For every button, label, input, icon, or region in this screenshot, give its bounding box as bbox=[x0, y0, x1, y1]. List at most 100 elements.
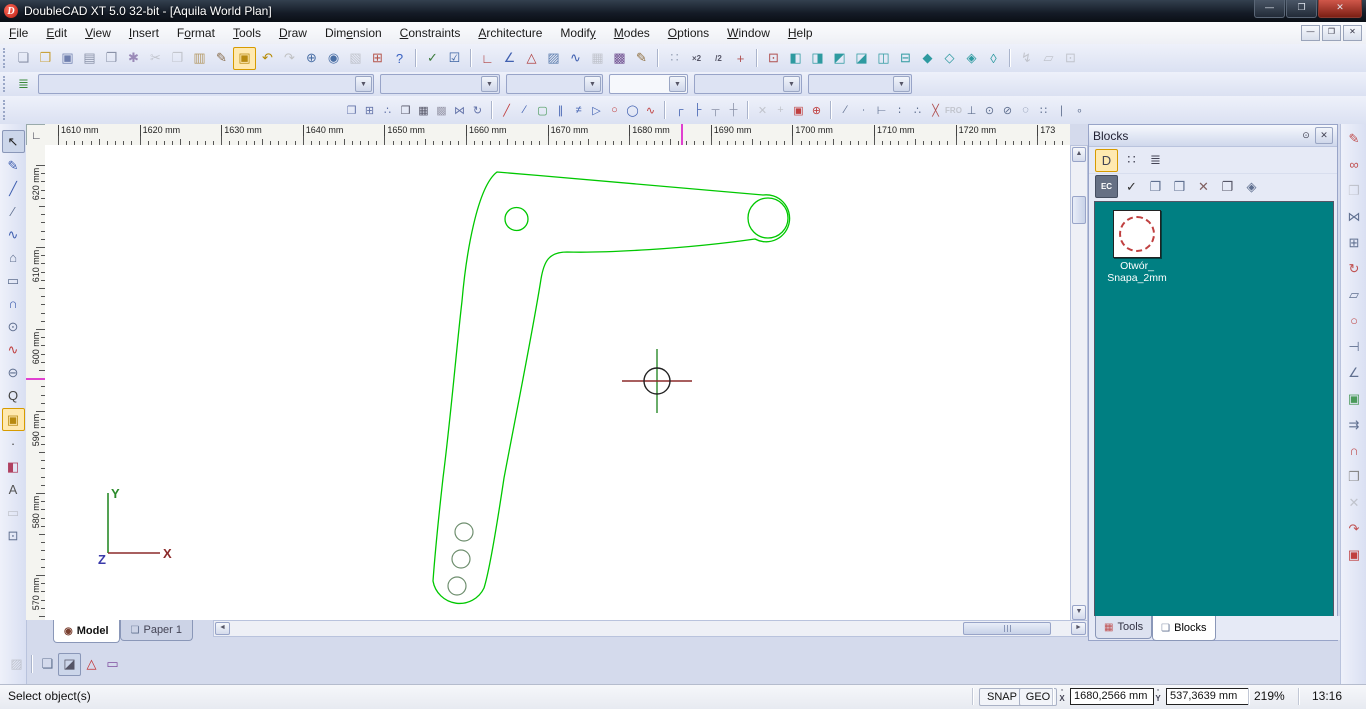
block-paste[interactable]: ❐ bbox=[1217, 176, 1238, 197]
toolbar-grip[interactable] bbox=[3, 76, 8, 93]
select-by-boundary[interactable]: ▱ bbox=[1038, 48, 1059, 69]
save[interactable]: ▣ bbox=[57, 48, 78, 69]
menu-constraints[interactable]: Constraints bbox=[391, 22, 470, 44]
ruler-origin-icon[interactable]: ∟ bbox=[26, 124, 47, 147]
explode-modify[interactable]: ✕ bbox=[1344, 492, 1365, 513]
print-stamp[interactable]: ▣ bbox=[790, 101, 807, 120]
palette-tab-blocks[interactable]: ❏Blocks bbox=[1152, 616, 1215, 641]
material-select[interactable]: ▼ bbox=[808, 74, 912, 94]
y-coordinate-field[interactable]: 537,3639 mm bbox=[1166, 688, 1250, 705]
array-modify[interactable]: ⊞ bbox=[1344, 232, 1365, 253]
view-back[interactable]: ⊟ bbox=[895, 48, 916, 69]
menu-window[interactable]: Window bbox=[718, 22, 779, 44]
array-radial[interactable]: ∴ bbox=[379, 101, 396, 120]
snap-node[interactable]: ⊢ bbox=[873, 101, 890, 120]
roof-tool[interactable]: ▩ bbox=[609, 48, 630, 69]
view-front[interactable]: ◫ bbox=[873, 48, 894, 69]
explode[interactable]: ✕ bbox=[754, 101, 771, 120]
pen-color-select[interactable]: ▼ bbox=[380, 74, 500, 94]
combo-dropdown-arrow[interactable]: ▼ bbox=[893, 76, 910, 92]
line-width-input[interactable]: ▼ bbox=[609, 74, 688, 94]
point-tool[interactable]: · bbox=[3, 433, 24, 454]
angle-reference[interactable]: ∠ bbox=[499, 48, 520, 69]
scroll-left-arrow[interactable]: ◄ bbox=[215, 622, 230, 635]
layers-icon[interactable]: ≣ bbox=[13, 74, 34, 95]
menu-edit[interactable]: Edit bbox=[37, 22, 76, 44]
part-outline[interactable] bbox=[433, 172, 790, 603]
copy-modify[interactable]: ❐ bbox=[1344, 180, 1365, 201]
help[interactable]: ? bbox=[389, 48, 410, 69]
snap-divide[interactable]: ∴ bbox=[909, 101, 926, 120]
snap-nearest[interactable]: ∕ bbox=[837, 101, 854, 120]
trim-corner[interactable]: ┬ bbox=[707, 101, 724, 120]
tab-model[interactable]: ◉Model bbox=[53, 620, 120, 643]
array-dense[interactable]: ▩ bbox=[433, 101, 450, 120]
snap-midpoint[interactable]: ∶ bbox=[891, 101, 908, 120]
pan[interactable]: ⊕ bbox=[301, 48, 322, 69]
block-item-thumbnail[interactable] bbox=[1113, 210, 1161, 258]
viewport-tool[interactable]: ⊡ bbox=[3, 525, 24, 546]
bend[interactable]: ∠ bbox=[1344, 362, 1365, 383]
blocks-view-large[interactable]: D bbox=[1095, 149, 1118, 172]
block-copy[interactable]: ❐ bbox=[1145, 176, 1166, 197]
blocks-panel-header[interactable]: Blocks ⊙ ✕ bbox=[1089, 125, 1337, 147]
format-painter[interactable]: ✎ bbox=[211, 48, 232, 69]
hatch[interactable]: ▨ bbox=[543, 48, 564, 69]
selection-frame[interactable]: ▭ bbox=[102, 654, 123, 675]
ellipse[interactable]: ◯ bbox=[624, 101, 641, 120]
rect-region[interactable]: ▢ bbox=[534, 101, 551, 120]
horizontal-scroll-thumb[interactable] bbox=[963, 622, 1051, 635]
close-button[interactable]: ✕ bbox=[1318, 0, 1362, 18]
palette-tab-tools[interactable]: ▦Tools bbox=[1095, 616, 1152, 639]
menu-format[interactable]: Format bbox=[168, 22, 224, 44]
horizontal-scrollbar[interactable]: ◄ ► bbox=[213, 620, 1088, 637]
snap-move[interactable]: + bbox=[730, 48, 751, 69]
copy[interactable]: ❐ bbox=[167, 48, 188, 69]
wall-tool[interactable]: ▦ bbox=[587, 48, 608, 69]
vertical-scroll-thumb[interactable] bbox=[1072, 196, 1086, 224]
vertical-ruler[interactable]: 620 mm610 mm600 mm590 mm580 mm570 mm bbox=[26, 145, 46, 620]
snap-grid[interactable]: ∷ bbox=[1035, 101, 1052, 120]
view-iso-nw[interactable]: ◇ bbox=[939, 48, 960, 69]
open-file[interactable]: ❒ bbox=[35, 48, 56, 69]
snap-perpendicular[interactable]: ⊥ bbox=[963, 101, 980, 120]
render-toggle[interactable]: ↯ bbox=[1016, 48, 1037, 69]
vertical-scrollbar[interactable]: ▲ ▼ bbox=[1070, 145, 1088, 622]
view-iso-sw[interactable]: ◊ bbox=[983, 48, 1004, 69]
fill-tool[interactable]: ◧ bbox=[3, 456, 24, 477]
menu-modify[interactable]: Modify bbox=[551, 22, 604, 44]
menu-help[interactable]: Help bbox=[779, 22, 822, 44]
plot-layout[interactable]: ▣ bbox=[1344, 544, 1365, 565]
dimension-tool[interactable]: ▭ bbox=[3, 502, 24, 523]
segment-tool[interactable]: ∕ bbox=[3, 201, 24, 222]
scroll-right-arrow[interactable]: ► bbox=[1071, 622, 1086, 635]
paste[interactable]: ▥ bbox=[189, 48, 210, 69]
redo[interactable]: ↷ bbox=[279, 48, 300, 69]
horizontal-ruler[interactable]: 1610 mm1620 mm1630 mm1640 mm1650 mm1660 … bbox=[45, 124, 1070, 146]
drawing-canvas[interactable]: Y X Z bbox=[45, 145, 1071, 620]
double-line[interactable]: ≠ bbox=[570, 101, 587, 120]
snap-apparent[interactable]: ∘ bbox=[1071, 101, 1088, 120]
snap-from[interactable]: FRO bbox=[945, 101, 962, 120]
link-dimension[interactable]: ❏ bbox=[37, 654, 58, 675]
menu-modes[interactable]: Modes bbox=[605, 22, 659, 44]
settings-gear[interactable]: ✱ bbox=[123, 48, 144, 69]
insert-block[interactable]: ▣ bbox=[2, 408, 25, 431]
snap-quadrant[interactable]: ◌ bbox=[1017, 101, 1034, 120]
copy-entities[interactable]: ❐ bbox=[343, 101, 360, 120]
snap-grid-toggle[interactable]: ∷ bbox=[664, 48, 685, 69]
part-hole-large[interactable] bbox=[748, 198, 788, 238]
array-grid[interactable]: ▦ bbox=[415, 101, 432, 120]
line-tool[interactable]: ╱ bbox=[3, 178, 24, 199]
brush-style[interactable]: ✎ bbox=[631, 48, 652, 69]
mdi-minimize-button[interactable]: — bbox=[1301, 25, 1320, 41]
spline-tool[interactable]: ∿ bbox=[3, 224, 24, 245]
pin-icon[interactable]: ⊙ bbox=[1297, 127, 1315, 144]
restore-button[interactable]: ❐ bbox=[1286, 0, 1317, 18]
spell-check-abc[interactable]: ✓ bbox=[422, 48, 443, 69]
combo-dropdown-arrow[interactable]: ▼ bbox=[355, 76, 372, 92]
print[interactable]: ▤ bbox=[79, 48, 100, 69]
close-icon[interactable]: ✕ bbox=[1315, 127, 1333, 144]
view-left[interactable]: ◩ bbox=[829, 48, 850, 69]
snap-intersection[interactable]: ╳ bbox=[927, 101, 944, 120]
